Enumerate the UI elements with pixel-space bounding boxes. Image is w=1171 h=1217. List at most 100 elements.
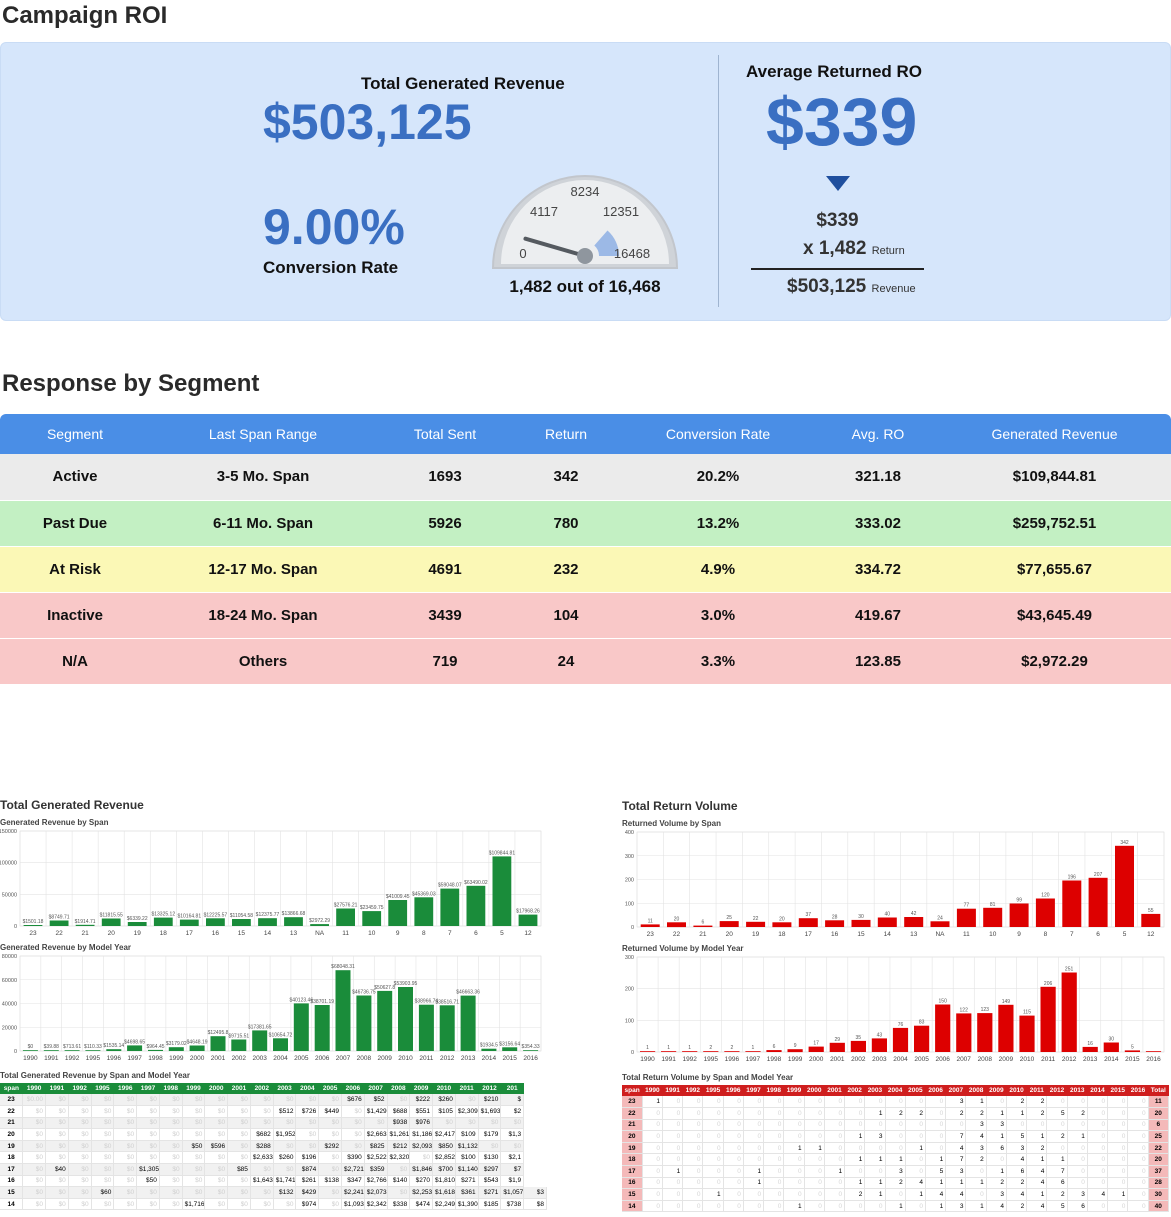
bar-value-label: 11 bbox=[648, 918, 653, 924]
matrix-cell: $0 bbox=[295, 1094, 320, 1107]
matrix-cell: 4 bbox=[965, 1130, 987, 1143]
matrix-cell: $0 bbox=[250, 1163, 274, 1176]
matrix-cell: $0 bbox=[91, 1117, 115, 1130]
table-row: 23 1 0 0 0 0 0 0 0 0 0 0 0 0 0 0 3 1 0 2 2 0 0 0 0 0 11 bbox=[622, 1096, 1170, 1109]
matrix-cell: 0 bbox=[804, 1165, 825, 1178]
segment-cell: 6-11 Mo. Span bbox=[150, 500, 376, 547]
matrix-cell: 0 bbox=[662, 1177, 684, 1190]
matrix-cell: 21 bbox=[0, 1117, 24, 1130]
matrix-cell: 5 bbox=[1006, 1130, 1028, 1143]
y-tick-label: 0 bbox=[14, 1049, 17, 1055]
bar-value-label: 115 bbox=[1023, 1010, 1031, 1016]
segment-cell: 12-17 Mo. Span bbox=[150, 546, 376, 593]
bar-value-label: $12375.77 bbox=[256, 912, 280, 918]
matrix-header: 2016 bbox=[1127, 1085, 1149, 1096]
matrix-cell: $270 bbox=[409, 1175, 434, 1188]
matrix-cell: $3 bbox=[523, 1186, 547, 1199]
matrix-cell: 0 bbox=[702, 1200, 724, 1213]
matrix-cell: $0 bbox=[341, 1140, 365, 1153]
matrix-cell: $100 bbox=[455, 1151, 479, 1165]
segment-cell: $43,645.49 bbox=[938, 592, 1171, 639]
bar-value-label: 35 bbox=[856, 1035, 862, 1041]
table-row: 21 0 0 0 0 0 0 0 0 0 0 0 0 0 0 0 0 3 3 0 0 0 0 0 0 0 6 bbox=[622, 1119, 1170, 1132]
x-tick-label: 2002 bbox=[851, 1056, 866, 1063]
matrix-cell: 5 bbox=[1046, 1107, 1068, 1120]
bar-value-label: $12495.8 bbox=[208, 1030, 229, 1036]
gauge-tick-mid-left: 4117 bbox=[530, 204, 558, 219]
x-tick-label: 1997 bbox=[127, 1055, 142, 1062]
matrix-header: span bbox=[622, 1085, 643, 1096]
matrix-cell: 0 bbox=[1087, 1200, 1109, 1213]
x-tick-label: 1996 bbox=[725, 1056, 740, 1063]
bar-value-label: $46736.75 bbox=[352, 990, 376, 996]
matrix-cell: $0 bbox=[113, 1140, 138, 1153]
matrix-cell: $109 bbox=[455, 1128, 479, 1141]
matrix-cell: 0 bbox=[743, 1200, 765, 1213]
matrix-cell: 20 bbox=[1148, 1153, 1170, 1167]
matrix-cell: $0 bbox=[159, 1117, 183, 1130]
matrix-cell: 0 bbox=[925, 1096, 947, 1109]
matrix-cell: 0 bbox=[723, 1153, 744, 1167]
matrix-header: 1997 bbox=[136, 1083, 160, 1094]
matrix-cell: 0 bbox=[783, 1153, 805, 1167]
matrix-cell: $0 bbox=[136, 1105, 160, 1118]
x-tick-label: 23 bbox=[29, 930, 37, 937]
bar bbox=[1141, 913, 1161, 927]
bar bbox=[1115, 845, 1134, 927]
matrix-cell: $1,305 bbox=[136, 1163, 160, 1176]
matrix-cell: $0 bbox=[227, 1175, 251, 1188]
matrix-cell: $271 bbox=[455, 1175, 479, 1188]
matrix-cell: $210 bbox=[478, 1094, 502, 1107]
bar bbox=[772, 922, 792, 928]
matrix-cell: 3 bbox=[945, 1096, 967, 1109]
matrix-cell: 0 bbox=[1127, 1096, 1149, 1109]
matrix-cell: $2 bbox=[500, 1105, 525, 1118]
matrix-cell: 0 bbox=[1087, 1107, 1109, 1120]
matrix-cell: $0 bbox=[227, 1151, 251, 1165]
gauge-tick-mid-right: 12351 bbox=[603, 204, 639, 219]
matrix-cell: 1 bbox=[925, 1177, 947, 1190]
bar-value-label: $6339.22 bbox=[127, 916, 148, 922]
revenue-matrix-table: span 1990 1991 1992 1995 1996 1997 1998 1999 2000… bbox=[0, 1083, 547, 1211]
segment-cell: Past Due bbox=[0, 500, 150, 547]
bar-value-label: $9715.51 bbox=[228, 1034, 249, 1040]
conversion-label: Conversion Rate bbox=[263, 258, 399, 277]
bar-value-label: 30 bbox=[858, 914, 864, 920]
matrix-cell: $1,952 bbox=[273, 1128, 297, 1141]
matrix-cell: $0 bbox=[341, 1117, 365, 1130]
bar bbox=[293, 1003, 309, 1051]
matrix-cell: $2,663 bbox=[364, 1128, 388, 1141]
matrix-cell: $1,057 bbox=[500, 1186, 525, 1199]
ret-year-subtitle: Returned Volume by Model Year bbox=[622, 944, 744, 953]
matrix-cell: $0 bbox=[204, 1128, 229, 1141]
segment-header-1: Last Span Range bbox=[150, 414, 376, 454]
segment-cell: N/A bbox=[0, 638, 150, 685]
matrix-cell: 1 bbox=[945, 1177, 967, 1190]
segment-cell: 20.2% bbox=[618, 454, 818, 501]
matrix-cell: 0 bbox=[864, 1142, 886, 1155]
matrix-cell: $0 bbox=[500, 1140, 525, 1153]
matrix-cell: $260 bbox=[432, 1094, 456, 1107]
segment-header-3: Return bbox=[514, 414, 618, 454]
matrix-cell: 0 bbox=[804, 1119, 825, 1132]
matrix-cell: 1 bbox=[824, 1165, 846, 1178]
matrix-cell: $474 bbox=[409, 1198, 434, 1211]
bar-value-label: 207 bbox=[1094, 872, 1103, 878]
segment-cell: $259,752.51 bbox=[938, 500, 1171, 547]
x-tick-label: 16 bbox=[212, 930, 220, 937]
bar-value-label: 123 bbox=[981, 1007, 990, 1013]
matrix-cell: $0 bbox=[204, 1117, 229, 1130]
bar-value-label: 196 bbox=[1068, 875, 1077, 881]
matrix-cell: 14 bbox=[0, 1198, 24, 1211]
matrix-cell: $0 bbox=[22, 1186, 47, 1199]
matrix-cell: $726 bbox=[295, 1105, 320, 1118]
matrix-cell: 0 bbox=[1127, 1142, 1149, 1155]
matrix-cell: 17 bbox=[0, 1163, 24, 1176]
segment-header-4: Conversion Rate bbox=[618, 414, 818, 454]
matrix-cell: 1 bbox=[662, 1165, 684, 1178]
matrix-cell: 7 bbox=[945, 1153, 967, 1167]
matrix-header: 2012 bbox=[478, 1083, 501, 1094]
x-tick-label: 8 bbox=[1044, 931, 1048, 938]
matrix-cell: 20 bbox=[0, 1128, 24, 1141]
bar-value-label: $3156.64 bbox=[499, 1041, 520, 1047]
